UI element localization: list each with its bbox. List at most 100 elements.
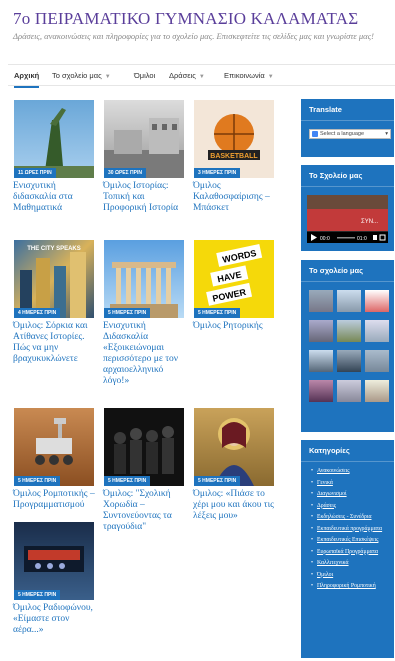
post-title-link[interactable]: Όμιλος Καλαθοσφαίρισης – Μπάσκετ <box>193 181 279 214</box>
nav-item-label: Δράσεις <box>169 71 196 80</box>
category-link[interactable]: Όμιλοι <box>311 572 386 579</box>
post-thumbnail[interactable]: THE CITY SPEAKS 4 ΗΜΕΡΕΣ ΠΡΙΝ <box>14 240 94 318</box>
widget-title: Translate <box>301 99 394 121</box>
widget-title: Κατηγορίες <box>301 440 394 462</box>
time-badge: 5 ΗΜΕΡΕΣ ΠΡΙΝ <box>104 308 151 318</box>
video-player[interactable]: ΣΥΝ... 00:0 01:0 <box>307 195 388 243</box>
chevron-down-icon: ▼ <box>267 74 274 80</box>
post-thumbnail[interactable]: 5 ΗΜΕΡΕΣ ΠΡΙΝ <box>104 408 184 486</box>
widget-title: Το Σχολείο μας <box>301 165 394 187</box>
time-badge: 5 ΗΜΕΡΕΣ ΠΡΙΝ <box>104 476 151 486</box>
city-illustration-text: THE CITY SPEAKS <box>27 246 81 252</box>
post-title-link[interactable]: Όμιλος Ιστορίας: Τοπική και Προφορική Ισ… <box>103 181 189 214</box>
post-thumbnail[interactable]: 30 ΩΡΕΣ ΠΡΙΝ <box>104 100 184 178</box>
video-caption: ΣΥΝ... <box>361 219 378 225</box>
category-link[interactable]: Εκπαιδευτικές Επισκέψεις <box>311 537 386 544</box>
nav-item-home[interactable]: Αρχική <box>14 71 40 88</box>
categories-list: Ανακοινώσεις Γενικά Διαγωνισμοί Δράσεις … <box>301 462 394 590</box>
volume-icon[interactable] <box>373 235 377 240</box>
post-title-link[interactable]: Ενισχυτική Διδασκαλία «Εξοικειώνομαι περ… <box>103 321 189 387</box>
words-have-power-image: WORDSHAVEPOWER <box>206 243 263 306</box>
historic-photo-image <box>104 118 184 178</box>
post-title-link[interactable]: Όμιλος Ρομποτικής – Προγραμματισμού <box>13 489 99 511</box>
site-tagline: Δράσεις, ανακοινώσεις και πληροφορίες γι… <box>13 31 374 41</box>
basketball-image: BASKETBALL <box>208 114 260 160</box>
post-title-link[interactable]: Ενισχυτική διδασκαλία στα Μαθηματικά <box>13 181 99 214</box>
gallery-photo[interactable] <box>337 290 361 312</box>
post-thumbnail[interactable]: BASKETBALL 3 ΗΜΕΡΕΣ ΠΡΙΝ <box>194 100 274 178</box>
gallery-photo[interactable] <box>309 290 333 312</box>
main-navigation: Αρχική Το σχολείο μας ▼ Όμιλοι Δράσεις ▼ Ε… <box>8 64 395 88</box>
monument-image <box>14 108 94 178</box>
gallery-photo[interactable] <box>365 290 389 312</box>
nav-item-label: Το σχολείο μας <box>52 71 102 80</box>
gallery-photo[interactable] <box>309 380 333 402</box>
category-link[interactable]: Ευρωπαϊκά Προγράμματα <box>311 549 386 556</box>
time-badge: 11 ΩΡΕΣ ΠΡΙΝ <box>14 168 56 178</box>
time-badge: 5 ΗΜΕΡΕΣ ΠΡΙΝ <box>194 308 241 318</box>
category-link[interactable]: Καλλιτεχνικά <box>311 560 386 567</box>
gallery-photo[interactable] <box>309 350 333 372</box>
gallery-photo[interactable] <box>365 380 389 402</box>
categories-widget: Κατηγορίες Ανακοινώσεις Γενικά Διαγωνισμ… <box>301 440 394 658</box>
icon-painting-image <box>214 418 254 486</box>
category-link[interactable]: Εκπαιδευτικά προγράμματα <box>311 526 386 533</box>
time-badge: 5 ΗΜΕΡΕΣ ΠΡΙΝ <box>14 476 61 486</box>
post-thumbnail[interactable]: WORDS HAVE POWER 5 ΗΜΕΡΕΣ ΠΡΙΝ <box>194 240 274 318</box>
post-thumbnail[interactable]: 5 ΗΜΕΡΕΣ ΠΡΙΝ <box>104 240 184 318</box>
nav-item-clubs[interactable]: Όμιλοι <box>134 71 155 80</box>
category-link[interactable]: Διαγωνισμοί <box>311 491 386 498</box>
post-title-link[interactable]: Όμιλος: «Πιάσε το χέρι μου και άκου τις … <box>193 489 279 522</box>
mars-rover-image <box>35 418 73 465</box>
post-title-link[interactable]: Όμιλος Ρητορικής <box>193 321 279 332</box>
time-badge: 3 ΗΜΕΡΕΣ ΠΡΙΝ <box>194 168 241 178</box>
time-badge: 5 ΗΜΕΡΕΣ ΠΡΙΝ <box>194 476 241 486</box>
nav-item-label: Αρχική <box>14 71 40 80</box>
video-time: 00:0 <box>320 236 330 242</box>
gallery-photo[interactable] <box>337 320 361 342</box>
google-icon <box>312 131 318 137</box>
language-select[interactable]: Select a language ▾ <box>309 129 391 139</box>
nav-item-label: Όμιλοι <box>134 71 156 80</box>
school-video-widget: Το Σχολείο μας ΣΥΝ... 00:0 01:0 <box>301 165 394 251</box>
post-thumbnail[interactable]: 5 ΗΜΕΡΕΣ ΠΡΙΝ <box>14 408 94 486</box>
post-title-link[interactable]: Όμιλος Ραδιοφώνου, «Είμαστε στον αέρα...… <box>13 603 99 636</box>
nav-item-activities[interactable]: Δράσεις ▼ <box>169 71 205 80</box>
chevron-down-icon: ▼ <box>104 74 111 80</box>
basketball-image-text: BASKETBALL <box>210 153 258 160</box>
category-link[interactable]: Πληροφορική Ρομποτική <box>311 583 386 590</box>
category-link[interactable]: Γενικά <box>311 480 386 487</box>
post-title-link[interactable]: Όμιλος: Σόρκια και Ατίθανες Ιστορίες. Πώ… <box>13 321 99 365</box>
choir-image <box>114 426 174 474</box>
chevron-down-icon: ▾ <box>385 131 388 137</box>
widget-title: Το σχολείο μας <box>301 260 394 282</box>
video-frame: ΣΥΝ... 00:0 01:0 <box>307 195 388 243</box>
parthenon-image <box>110 262 178 318</box>
gallery-photo[interactable] <box>365 320 389 342</box>
nav-item-contact[interactable]: Επικοινωνία ▼ <box>224 71 274 80</box>
category-link[interactable]: Εκδηλώσεις - Συνέδρια <box>311 514 386 521</box>
gallery-widget: Το σχολείο μας <box>301 260 394 432</box>
time-badge: 5 ΗΜΕΡΕΣ ΠΡΙΝ <box>14 590 61 600</box>
post-thumbnail[interactable]: 11 ΩΡΕΣ ΠΡΙΝ <box>14 100 94 178</box>
language-select-value: Select a language <box>320 131 365 137</box>
city-illustration-image: THE CITY SPEAKS <box>20 246 86 318</box>
post-thumbnail[interactable]: 5 ΗΜΕΡΕΣ ΠΡΙΝ <box>194 408 274 486</box>
post-title-link[interactable]: Όμιλος: "Σχολική Χορωδία – Συντονεύοντας… <box>103 489 189 533</box>
time-badge: 30 ΩΡΕΣ ΠΡΙΝ <box>104 168 146 178</box>
radio-studio-image <box>24 546 84 572</box>
post-thumbnail[interactable]: 5 ΗΜΕΡΕΣ ΠΡΙΝ <box>14 522 94 600</box>
time-badge: 4 ΗΜΕΡΕΣ ΠΡΙΝ <box>14 308 61 318</box>
video-duration: 01:0 <box>357 236 367 242</box>
chevron-down-icon: ▼ <box>198 74 205 80</box>
nav-item-our-school[interactable]: Το σχολείο μας ▼ <box>52 71 111 80</box>
category-link[interactable]: Δράσεις <box>311 503 386 510</box>
gallery-photo[interactable] <box>309 320 333 342</box>
translate-widget: Translate Select a language ▾ <box>301 99 394 157</box>
nav-item-label: Επικοινωνία <box>224 71 265 80</box>
category-link[interactable]: Ανακοινώσεις <box>311 468 386 475</box>
gallery-photo[interactable] <box>365 350 389 372</box>
gallery-photo[interactable] <box>337 380 361 402</box>
site-title[interactable]: 7ο ΠΕΙΡΑΜΑΤΙΚΟ ΓΥΜΝΑΣΙΟ ΚΑΛΑΜΑΤΑΣ <box>13 9 358 29</box>
gallery-photo[interactable] <box>337 350 361 372</box>
